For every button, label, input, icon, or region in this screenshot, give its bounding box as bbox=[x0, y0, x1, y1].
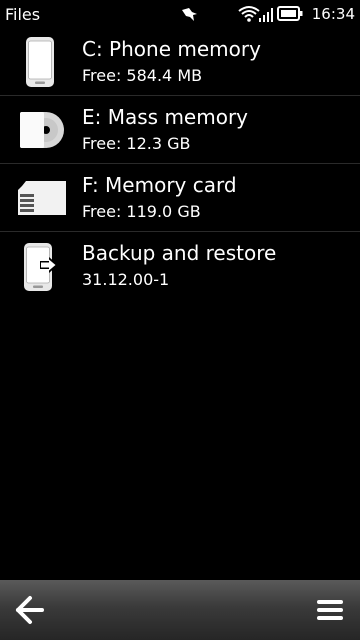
menu-icon[interactable] bbox=[310, 592, 350, 628]
item-subtitle: Free: 12.3 GB bbox=[82, 134, 191, 153]
item-subtitle: Free: 584.4 MB bbox=[82, 66, 203, 85]
files-screen: Files 16:34 C: Phone memory Free: 584.4 … bbox=[0, 0, 360, 640]
clock: 16:34 bbox=[311, 5, 355, 23]
item-title: C: Phone memory bbox=[82, 37, 261, 61]
storage-list: C: Phone memory Free: 584.4 MB E: Mass m… bbox=[0, 28, 360, 300]
wifi-icon bbox=[238, 6, 260, 22]
item-title: F: Memory card bbox=[82, 173, 237, 197]
back-arrow-icon[interactable] bbox=[10, 592, 50, 628]
list-item-mass-memory[interactable]: E: Mass memory Free: 12.3 GB bbox=[0, 96, 360, 164]
list-item-backup-restore[interactable]: Backup and restore 31.12.00-1 bbox=[0, 232, 360, 300]
app-title: Files bbox=[5, 5, 41, 24]
signal-strength-icon bbox=[259, 8, 273, 22]
bottom-toolbar bbox=[0, 580, 360, 640]
memory-card-icon bbox=[18, 181, 66, 215]
status-bar: Files 16:34 bbox=[0, 0, 360, 28]
mass-memory-disc-icon bbox=[20, 112, 64, 148]
backup-restore-icon bbox=[24, 243, 58, 291]
item-title: Backup and restore bbox=[82, 241, 277, 265]
item-subtitle: Free: 119.0 GB bbox=[82, 202, 201, 221]
list-item-memory-card[interactable]: F: Memory card Free: 119.0 GB bbox=[0, 164, 360, 232]
phone-memory-icon bbox=[26, 37, 54, 87]
item-title: E: Mass memory bbox=[82, 105, 249, 129]
notification-bird-icon bbox=[182, 8, 197, 21]
item-subtitle: 31.12.00-1 bbox=[82, 270, 170, 289]
list-item-phone-memory[interactable]: C: Phone memory Free: 584.4 MB bbox=[0, 28, 360, 96]
battery-icon bbox=[277, 6, 303, 21]
